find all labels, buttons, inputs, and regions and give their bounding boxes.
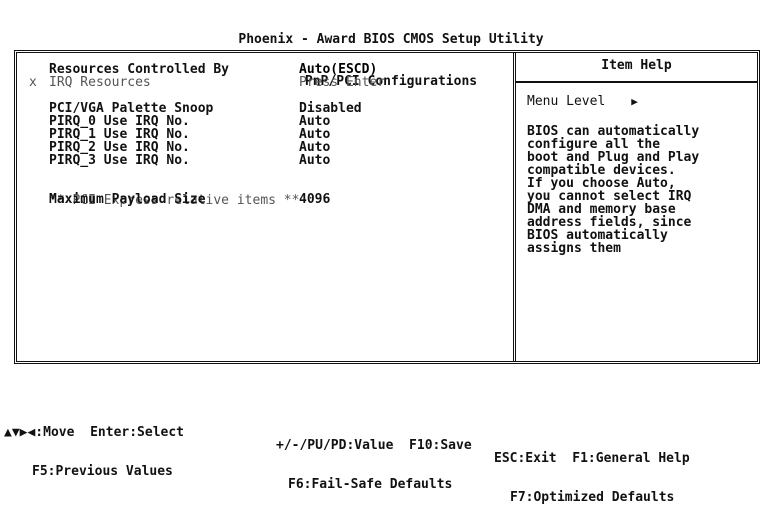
footer-line-1: ▲▼▶◀:Move Enter:Select +/-/PU/PD:Value F… <box>4 413 782 465</box>
menu-level-label: Menu Level <box>527 94 606 109</box>
help-separator <box>516 81 757 83</box>
setting-label: Maximum Payload Size <box>49 192 206 207</box>
main-panel: Resources Controlled By Auto(ESCD) x IRQ… <box>14 50 760 364</box>
footer-line-2: F5:Previous Values F6:Fail-Safe Defaults… <box>4 452 782 504</box>
triangle-right-icon: ▶ <box>631 95 638 108</box>
setting-value: Press Enter <box>299 75 386 90</box>
menu-level: Menu Level ▶ <box>527 95 638 109</box>
unavailable-marker: x <box>29 75 37 90</box>
settings-list: Resources Controlled By Auto(ESCD) x IRQ… <box>29 63 509 208</box>
previous-values-hint: F5:Previous Values <box>32 464 173 479</box>
setting-maximum-payload-size[interactable]: Maximum Payload Size 4096 <box>29 192 509 207</box>
setting-pirq-3[interactable]: PIRQ_3 Use IRQ No. Auto <box>29 153 509 168</box>
move-select-hint: ▲▼▶◀:Move Enter:Select <box>4 425 185 440</box>
value-save-hint: +/-/PU/PD:Value F10:Save <box>276 438 472 453</box>
bios-title: Phoenix - Award BIOS CMOS Setup Utility <box>238 32 544 47</box>
help-text: BIOS can automatically configure all the… <box>527 124 700 256</box>
footer-key-legend: ▲▼▶◀:Move Enter:Select +/-/PU/PD:Value F… <box>4 387 782 504</box>
setting-label: IRQ Resources <box>49 75 151 90</box>
fail-safe-defaults-hint: F6:Fail-Safe Defaults <box>288 477 453 492</box>
optimized-defaults-hint: F7:Optimized Defaults <box>510 490 675 505</box>
item-help-title: Item Help <box>601 58 672 73</box>
setting-irq-resources: x IRQ Resources Press Enter <box>29 75 509 90</box>
setting-value[interactable]: Auto <box>299 154 330 168</box>
setting-label: PIRQ_3 Use IRQ No. <box>49 153 190 168</box>
setting-value[interactable]: 4096 <box>299 193 330 207</box>
panel-divider <box>513 53 516 361</box>
